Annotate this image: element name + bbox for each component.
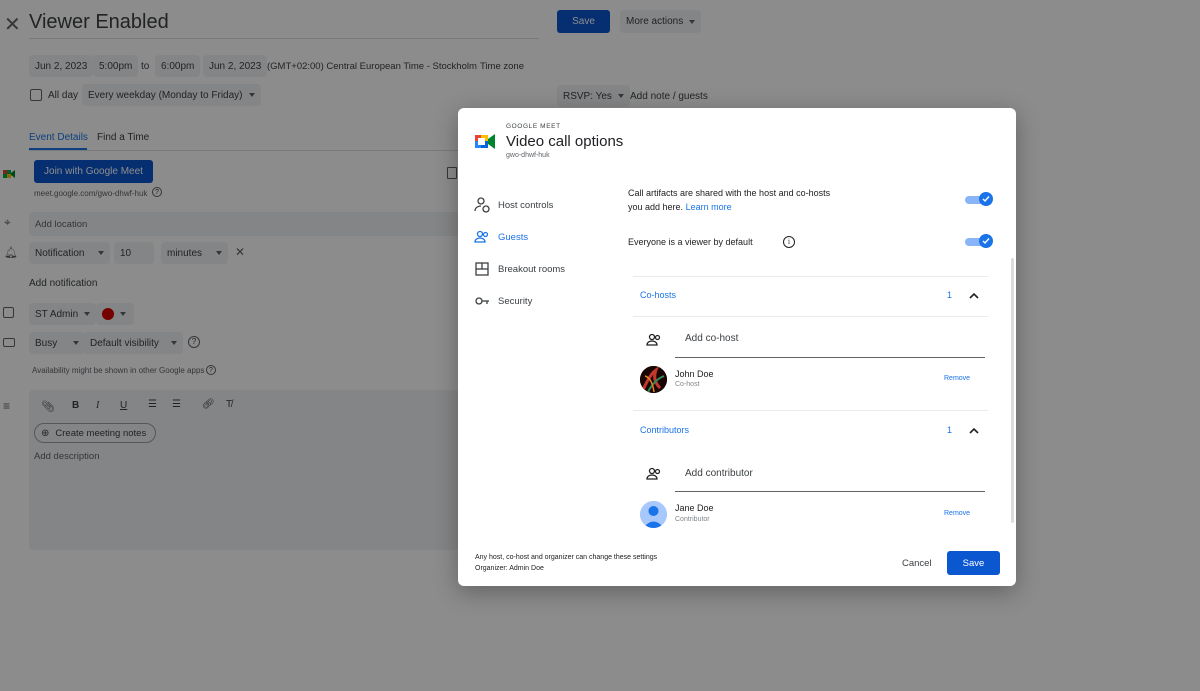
nav-host-controls[interactable]: Host controls: [474, 197, 553, 213]
nav-breakout-rooms-label: Breakout rooms: [498, 263, 566, 275]
cohost-name: John Doe: [675, 369, 714, 379]
check-icon: [979, 234, 993, 248]
meeting-code: gwo-dhwf-huk: [506, 152, 550, 159]
dialog-save-button[interactable]: Save: [947, 551, 1000, 575]
contributors-heading[interactable]: Contributors: [640, 425, 689, 435]
add-cohost-placeholder: Add co-host: [685, 333, 739, 344]
security-icon: [475, 297, 489, 305]
remove-cohost-button[interactable]: Remove: [944, 375, 970, 382]
add-person-icon: [646, 333, 662, 352]
add-contributor-placeholder: Add contributor: [685, 468, 753, 479]
artifacts-text-line1: Call artifacts are shared with the host …: [628, 188, 831, 198]
remove-contributor-button[interactable]: Remove: [944, 510, 970, 517]
avatar: [640, 501, 667, 528]
cancel-button[interactable]: Cancel: [902, 558, 932, 569]
google-meet-logo-icon: [475, 133, 495, 150]
chevron-up-icon[interactable]: [968, 423, 980, 441]
cohosts-heading[interactable]: Co-hosts: [640, 290, 676, 300]
artifacts-toggle[interactable]: [965, 192, 993, 207]
nav-breakout-rooms[interactable]: Breakout rooms: [474, 261, 565, 277]
host-controls-icon: [474, 197, 490, 213]
nav-security-label: Security: [498, 295, 533, 307]
guests-icon: [474, 230, 489, 243]
dialog-title: Video call options: [506, 133, 624, 150]
dialog-save-label: Save: [962, 557, 985, 569]
scrollbar[interactable]: [1011, 258, 1014, 523]
add-cohost-input[interactable]: Add co-host: [675, 328, 985, 358]
divider: [633, 316, 988, 317]
divider: [633, 410, 988, 411]
video-call-options-dialog: GOOGLE MEET Video call options gwo-dhwf-…: [458, 108, 1016, 586]
add-contributor-input[interactable]: Add contributor: [675, 462, 985, 492]
nav-security[interactable]: Security: [474, 293, 532, 309]
divider: [633, 276, 988, 277]
artifacts-text-line2-label: you add here.: [628, 202, 684, 212]
contributor-name: Jane Doe: [675, 503, 714, 513]
artifacts-text-line2: you add here. Learn more: [628, 202, 732, 212]
contributors-count: 1: [947, 425, 953, 435]
add-person-icon: [646, 467, 662, 486]
nav-guests-label: Guests: [498, 231, 529, 243]
contributor-role: Contributor: [675, 516, 710, 523]
viewer-default-toggle[interactable]: [965, 234, 993, 249]
learn-more-link[interactable]: Learn more: [686, 202, 732, 212]
cohost-role: Co-host: [675, 381, 700, 388]
dialog-brand: GOOGLE MEET: [506, 123, 561, 130]
organizer-note: Organizer: Admin Doe: [475, 565, 544, 572]
check-icon: [979, 192, 993, 206]
nav-host-controls-label: Host controls: [498, 199, 554, 211]
avatar: [640, 366, 667, 393]
info-icon[interactable]: i: [783, 236, 795, 248]
footer-note: Any host, co-host and organizer can chan…: [475, 554, 658, 561]
nav-guests[interactable]: Guests: [474, 229, 528, 245]
cohosts-count: 1: [947, 290, 953, 300]
chevron-up-icon[interactable]: [968, 288, 980, 306]
breakout-rooms-icon: [475, 262, 489, 276]
viewer-default-text: Everyone is a viewer by default: [628, 237, 753, 247]
